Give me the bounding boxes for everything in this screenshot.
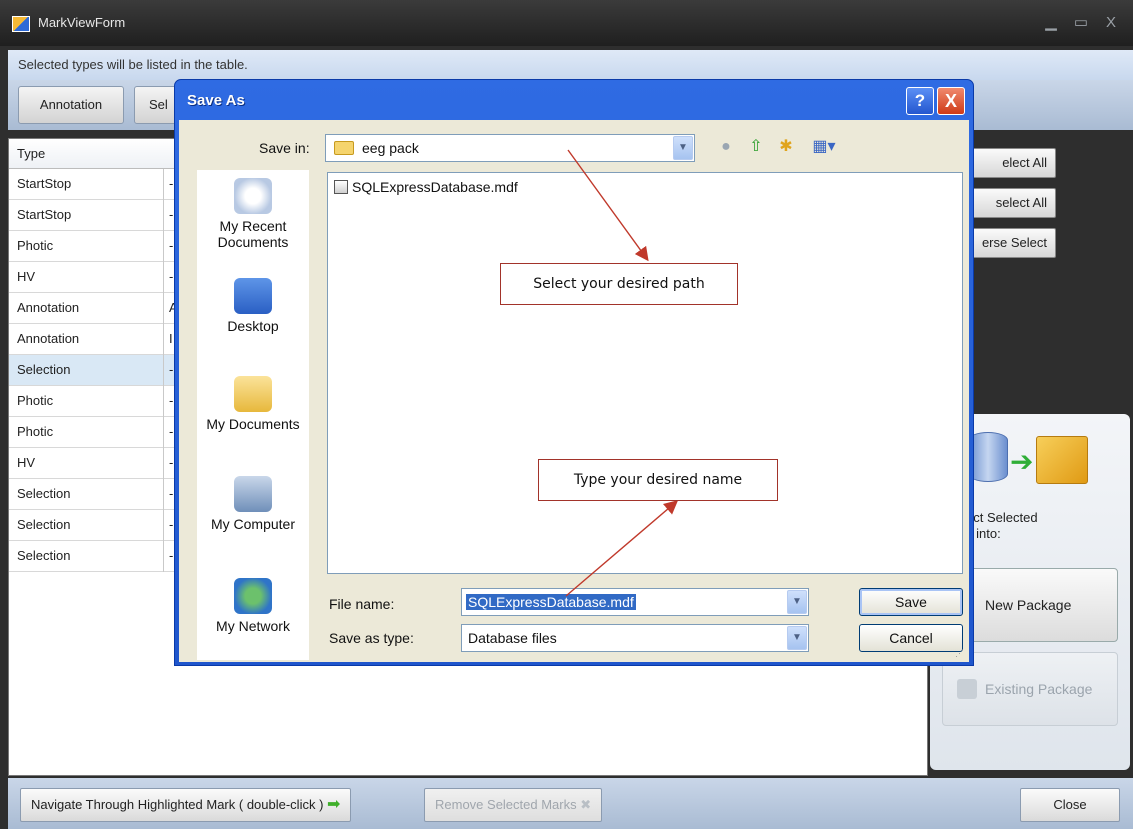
path-callout: Select your desired path (500, 263, 738, 305)
annotation-arrows (565, 149, 679, 597)
path-annotation-arrow (567, 149, 649, 262)
name-annotation-arrow (565, 500, 679, 597)
name-callout: Type your desired name (538, 459, 778, 501)
